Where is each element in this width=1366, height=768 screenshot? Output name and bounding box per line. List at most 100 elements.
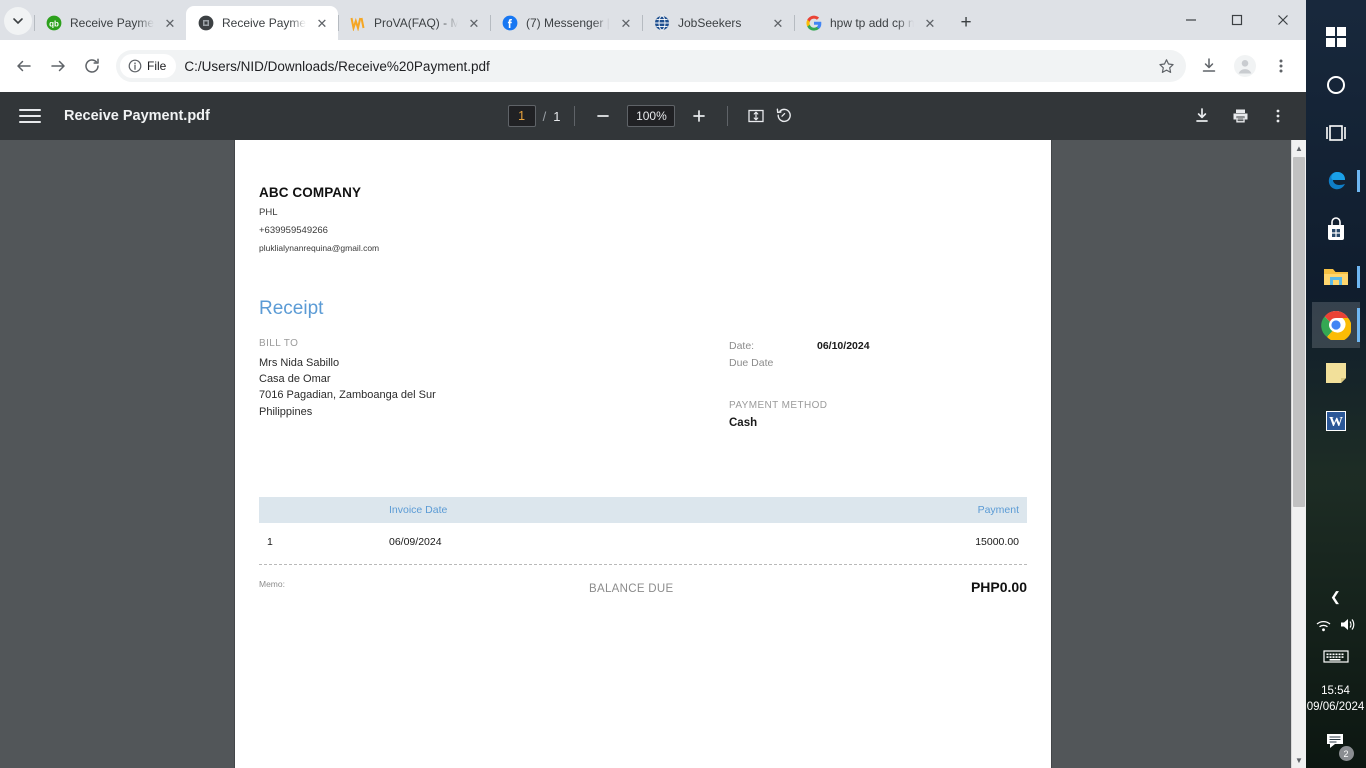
taskbar-item-start[interactable] — [1312, 14, 1360, 60]
pdf-sidebar-toggle-button[interactable] — [14, 100, 46, 132]
hamburger-icon-bar — [19, 109, 41, 111]
tab-title: Receive Payment — [70, 16, 154, 30]
pdf-page: ABC COMPANY PHL +639959549266 pluklialyn… — [235, 140, 1051, 768]
fit-to-page-button[interactable] — [742, 102, 770, 130]
taskbar-item-sticky-notes[interactable] — [1312, 350, 1360, 396]
scroll-up-button[interactable]: ▲ — [1292, 140, 1306, 156]
company-phone: +639959549266 — [259, 225, 328, 236]
date-label: Date: — [729, 340, 755, 352]
site-chip-label: File — [147, 59, 167, 73]
notifications-button[interactable]: 2 — [1324, 731, 1354, 761]
receipt-header-columns: BILL TO Mrs Nida Sabillo Casa de Omar 70… — [259, 338, 1027, 429]
pdf-filename: Receive Payment.pdf — [64, 108, 210, 124]
tab-close-icon[interactable]: ✕ — [466, 15, 482, 31]
downloads-button[interactable] — [1192, 49, 1226, 83]
facebook-icon — [502, 15, 518, 31]
zoom-in-button[interactable] — [685, 102, 713, 130]
tab-title: JobSeekers — [678, 16, 742, 30]
taskbar-item-cortana[interactable] — [1312, 62, 1360, 108]
pdf-download-button[interactable] — [1188, 102, 1216, 130]
profile-button[interactable] — [1228, 49, 1262, 83]
tab-close-icon[interactable]: ✕ — [770, 15, 786, 31]
minus-icon — [597, 115, 610, 117]
site-info-chip[interactable]: File — [120, 54, 177, 78]
chrome-menu-button[interactable] — [1264, 49, 1298, 83]
reload-icon — [85, 58, 99, 73]
cell-index: 1 — [267, 536, 273, 548]
toolbar-divider — [727, 106, 729, 126]
tab-prova-faq[interactable]: ProVA(FAQ) - Memb ✕ — [338, 6, 490, 40]
close-button[interactable] — [1260, 4, 1306, 36]
taskbar-item-chrome[interactable] — [1311, 302, 1360, 348]
new-tab-button[interactable]: + — [952, 8, 980, 36]
company-country: PHL — [259, 207, 278, 218]
document-title: Receipt — [259, 298, 324, 319]
tab-receive-payment-pdf[interactable]: Receive Payment.pdf ✕ — [186, 6, 338, 40]
payment-method-label: PAYMENT METHOD — [729, 400, 828, 411]
minimize-button[interactable] — [1168, 4, 1214, 36]
rotate-button[interactable] — [770, 102, 798, 130]
page-number-input[interactable]: 1 — [507, 105, 536, 127]
clock-time: 15:54 — [1321, 685, 1350, 697]
bill-to-line: Mrs Nida Sabillo — [259, 357, 340, 369]
tab-jobseekers[interactable]: JobSeekers ✕ — [642, 6, 794, 40]
taskbar-item-edge[interactable] — [1312, 158, 1360, 204]
tab-title: (7) Messenger | Fac — [526, 16, 610, 30]
info-circle-icon — [128, 59, 142, 73]
print-icon — [1233, 109, 1247, 123]
plus-icon — [693, 110, 706, 122]
bill-to-block: BILL TO Mrs Nida Sabillo Casa de Omar 70… — [259, 338, 729, 429]
keyboard-icon[interactable] — [1322, 649, 1349, 669]
tab-search-button[interactable] — [4, 7, 32, 35]
taskbar-item-microsoft-store[interactable] — [1312, 206, 1360, 252]
download-icon — [1202, 58, 1216, 72]
zoom-out-button[interactable] — [589, 102, 617, 130]
pdf-vertical-scrollbar[interactable]: ▲ ▼ — [1291, 140, 1306, 768]
back-button[interactable] — [8, 50, 40, 82]
scrollbar-thumb[interactable] — [1293, 157, 1305, 507]
company-name: ABC COMPANY — [259, 185, 362, 200]
tab-close-icon[interactable]: ✕ — [314, 15, 330, 31]
close-icon — [1278, 15, 1288, 25]
profile-avatar-icon — [1234, 55, 1256, 77]
pdf-scroll-area[interactable]: ABC COMPANY PHL +639959549266 pluklialyn… — [0, 140, 1291, 768]
bill-to-label: BILL TO — [259, 338, 299, 349]
tab-strip: qb Receive Payment ✕ Receive Payment.pdf… — [0, 0, 1306, 40]
tab-close-icon[interactable]: ✕ — [922, 15, 938, 31]
tray-expand-button[interactable]: ❮ — [1330, 589, 1341, 605]
clock-date: 09/06/2024 — [1306, 701, 1365, 713]
maximize-button[interactable] — [1214, 4, 1260, 36]
page-total: 1 — [553, 108, 561, 124]
tab-google-search[interactable]: hpw tp add cp num ✕ — [794, 6, 946, 40]
tab-receive-payment[interactable]: qb Receive Payment ✕ — [34, 6, 186, 40]
taskbar-item-file-explorer[interactable] — [1312, 254, 1360, 300]
date-row: Date: 06/10/2024 — [729, 338, 999, 355]
back-icon — [17, 60, 31, 72]
chrome-browser-window: qb Receive Payment ✕ Receive Payment.pdf… — [0, 0, 1306, 768]
balance-due-label: BALANCE DUE — [589, 583, 674, 595]
tray-status-icons — [1315, 617, 1356, 637]
column-header-invoice-date: Invoice Date — [381, 497, 704, 523]
svg-text:W: W — [1329, 415, 1343, 430]
hamburger-icon-bar — [19, 121, 41, 123]
scroll-down-button[interactable]: ▼ — [1292, 752, 1306, 768]
wifi-icon[interactable] — [1315, 618, 1332, 637]
taskbar-item-task-view[interactable] — [1312, 110, 1360, 156]
clock-widget[interactable]: 15:54 09/06/2024 — [1307, 683, 1365, 715]
svg-text:qb: qb — [49, 19, 59, 28]
reload-button[interactable] — [76, 50, 108, 82]
forward-button[interactable] — [42, 50, 74, 82]
speaker-icon[interactable] — [1339, 617, 1356, 637]
tab-close-icon[interactable]: ✕ — [162, 15, 178, 31]
pdf-more-options-button[interactable] — [1264, 102, 1292, 130]
zoom-level-input[interactable]: 100% — [627, 105, 676, 127]
bookmark-button[interactable] — [1152, 52, 1180, 80]
three-dot-menu-icon — [1279, 59, 1283, 73]
pdf-print-button[interactable] — [1226, 102, 1254, 130]
three-dot-menu-icon — [1276, 109, 1280, 123]
taskbar-item-word[interactable]: W — [1312, 398, 1360, 444]
tab-messenger[interactable]: (7) Messenger | Fac ✕ — [490, 6, 642, 40]
tab-close-icon[interactable]: ✕ — [618, 15, 634, 31]
address-bar[interactable]: File C:/Users/NID/Downloads/Receive%20Pa… — [116, 50, 1186, 82]
bill-to-line: 7016 Pagadian, Zamboanga del Sur — [259, 389, 436, 402]
